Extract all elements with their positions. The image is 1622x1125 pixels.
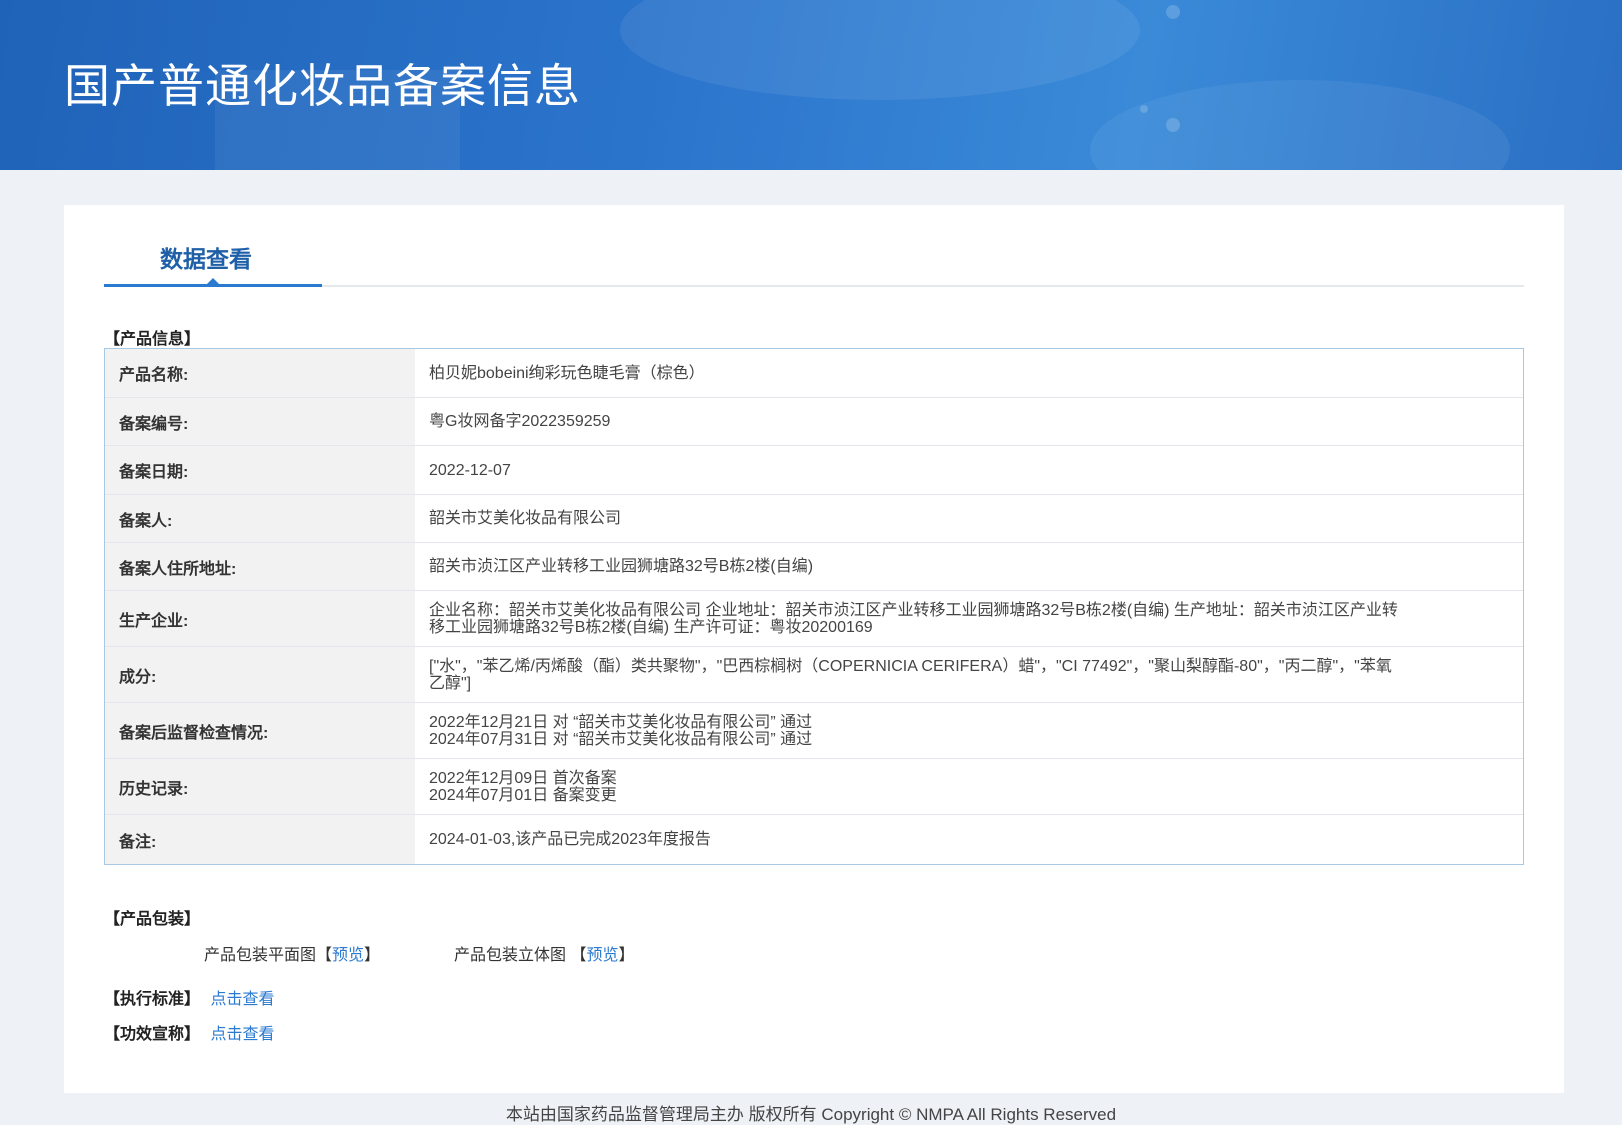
table-row: 成分: ["水"，"苯乙烯/丙烯酸（酯）类共聚物"，"巴西棕榈树（COPERNIC… bbox=[105, 647, 1523, 703]
standard-view-link[interactable]: 点击查看 bbox=[210, 991, 274, 1008]
row-value: ["水"，"苯乙烯/丙烯酸（酯）类共聚物"，"巴西棕榈树（COPERNICIA … bbox=[415, 647, 1523, 702]
row-label: 备案后监督检查情况: bbox=[105, 703, 415, 758]
banner-decoration bbox=[1140, 105, 1148, 113]
packaging-flat-label: 产品包装平面图 bbox=[204, 947, 317, 964]
banner-decoration bbox=[620, 0, 1140, 100]
row-value-line: 乙醇"] bbox=[429, 674, 472, 692]
row-label: 备案编号: bbox=[105, 398, 415, 445]
row-value: 2022-12-07 bbox=[415, 446, 1523, 494]
table-row: 生产企业: 企业名称：韶关市艾美化妆品有限公司 企业地址：韶关市浈江区产业转移工业… bbox=[105, 591, 1523, 647]
row-value: 2022年12月09日 首次备案 2024年07月01日 备案变更 bbox=[415, 759, 1523, 814]
row-value: 韶关市浈江区产业转移工业园狮塘路32号B栋2楼(自编) bbox=[415, 543, 1523, 590]
standard-heading: 【执行标准】 点击查看 bbox=[104, 985, 274, 1009]
table-row: 备案人: 韶关市艾美化妆品有限公司 bbox=[105, 495, 1523, 543]
table-row: 备案后监督检查情况: 2022年12月21日 对 “韶关市艾美化妆品有限公司” 通… bbox=[105, 703, 1523, 759]
row-label: 备注: bbox=[105, 815, 415, 864]
row-value-line: 2022年12月21日 对 “韶关市艾美化妆品有限公司” 通过 bbox=[429, 713, 813, 731]
packaging-flat-preview-link[interactable]: 【预览】 bbox=[316, 947, 380, 964]
row-value-line: ["水"，"苯乙烯/丙烯酸（酯）类共聚物"，"巴西棕榈树（COPERNICIA … bbox=[429, 657, 1392, 675]
tab-caret-icon bbox=[206, 278, 220, 285]
product-info-heading: 【产品信息】 bbox=[104, 331, 201, 348]
packaging-3d-preview-link[interactable]: 【预览】 bbox=[570, 947, 634, 964]
row-value: 韶关市艾美化妆品有限公司 bbox=[415, 495, 1523, 542]
row-label: 成分: bbox=[105, 647, 415, 702]
packaging-3d-label: 产品包装立体图 bbox=[454, 947, 567, 964]
banner-decoration bbox=[1166, 118, 1180, 132]
table-row: 备案编号: 粤G妆网备字2022359259 bbox=[105, 398, 1523, 446]
row-value-line: 粤G妆网备字2022359259 bbox=[429, 413, 611, 430]
efficacy-heading: 【功效宣称】 点击查看 bbox=[104, 1020, 274, 1044]
packaging-3d-row: 产品包装立体图 【预览】 bbox=[454, 941, 635, 965]
row-value-line: 柏贝妮bobeini绚彩玩色睫毛膏（棕色） bbox=[429, 364, 705, 382]
page-title: 国产普通化妆品备案信息 bbox=[64, 59, 581, 113]
row-value-line: 2024-01-03,该产品已完成2023年度报告 bbox=[429, 831, 711, 848]
banner-decoration bbox=[1166, 5, 1180, 19]
efficacy-view-link[interactable]: 点击查看 bbox=[210, 1026, 274, 1043]
header-banner: 国产普通化妆品备案信息 bbox=[0, 0, 1622, 170]
packaging-heading: 【产品包装】 bbox=[104, 911, 201, 928]
row-label: 备案人: bbox=[105, 495, 415, 542]
row-value: 粤G妆网备字2022359259 bbox=[415, 398, 1523, 445]
row-value: 企业名称：韶关市艾美化妆品有限公司 企业地址：韶关市浈江区产业转移工业园狮塘路3… bbox=[415, 591, 1523, 646]
row-value-line: 2024年07月01日 备案变更 bbox=[429, 786, 617, 804]
row-label: 历史记录: bbox=[105, 759, 415, 814]
row-label: 备案人住所地址: bbox=[105, 543, 415, 590]
content-card: 数据查看 【产品信息】 产品名称: 柏贝妮bobeini绚彩玩色睫毛膏（棕色） 备案… bbox=[64, 205, 1564, 1093]
table-row: 备案人住所地址: 韶关市浈江区产业转移工业园狮塘路32号B栋2楼(自编) bbox=[105, 543, 1523, 591]
row-value: 柏贝妮bobeini绚彩玩色睫毛膏（棕色） bbox=[415, 349, 1523, 397]
standard-title: 【执行标准】 bbox=[104, 991, 201, 1008]
row-value-line: 2022年12月09日 首次备案 bbox=[429, 769, 617, 787]
row-value-line: 移工业园狮塘路32号B栋2楼(自编) 生产许可证：粤妆20200169 bbox=[429, 618, 873, 636]
row-value-line: 企业名称：韶关市艾美化妆品有限公司 企业地址：韶关市浈江区产业转移工业园狮塘路3… bbox=[429, 601, 1398, 619]
efficacy-title: 【功效宣称】 bbox=[104, 1026, 201, 1043]
packaging-flat-row: 产品包装平面图【预览】 bbox=[204, 941, 380, 965]
row-value-line: 韶关市浈江区产业转移工业园狮塘路32号B栋2楼(自编) bbox=[429, 558, 814, 575]
row-value-line: 2022-12-07 bbox=[429, 461, 511, 479]
row-label: 生产企业: bbox=[105, 591, 415, 646]
row-value: 2022年12月21日 对 “韶关市艾美化妆品有限公司” 通过 2024年07月3… bbox=[415, 703, 1523, 758]
footer-copyright: 本站由国家药品监督管理局主办 版权所有 Copyright © NMPA All… bbox=[505, 1105, 1117, 1124]
row-value-line: 韶关市艾美化妆品有限公司 bbox=[429, 510, 622, 527]
table-row: 历史记录: 2022年12月09日 首次备案 2024年07月01日 备案变更 bbox=[105, 759, 1523, 815]
table-row: 产品名称: 柏贝妮bobeini绚彩玩色睫毛膏（棕色） bbox=[105, 349, 1523, 398]
table-row: 备案日期: 2022-12-07 bbox=[105, 446, 1523, 495]
row-value-line: 2024年07月31日 对 “韶关市艾美化妆品有限公司” 通过 bbox=[429, 730, 813, 748]
product-info-table: 产品名称: 柏贝妮bobeini绚彩玩色睫毛膏（棕色） 备案编号: 粤G妆网备字202… bbox=[104, 348, 1524, 865]
row-label: 产品名称: bbox=[105, 349, 415, 397]
row-label: 备案日期: bbox=[105, 446, 415, 494]
table-row: 备注: 2024-01-03,该产品已完成2023年度报告 bbox=[105, 815, 1523, 864]
tab-data-view[interactable]: 数据查看 bbox=[160, 240, 252, 274]
banner-decoration bbox=[1090, 80, 1510, 170]
row-value: 2024-01-03,该产品已完成2023年度报告 bbox=[415, 815, 1523, 864]
